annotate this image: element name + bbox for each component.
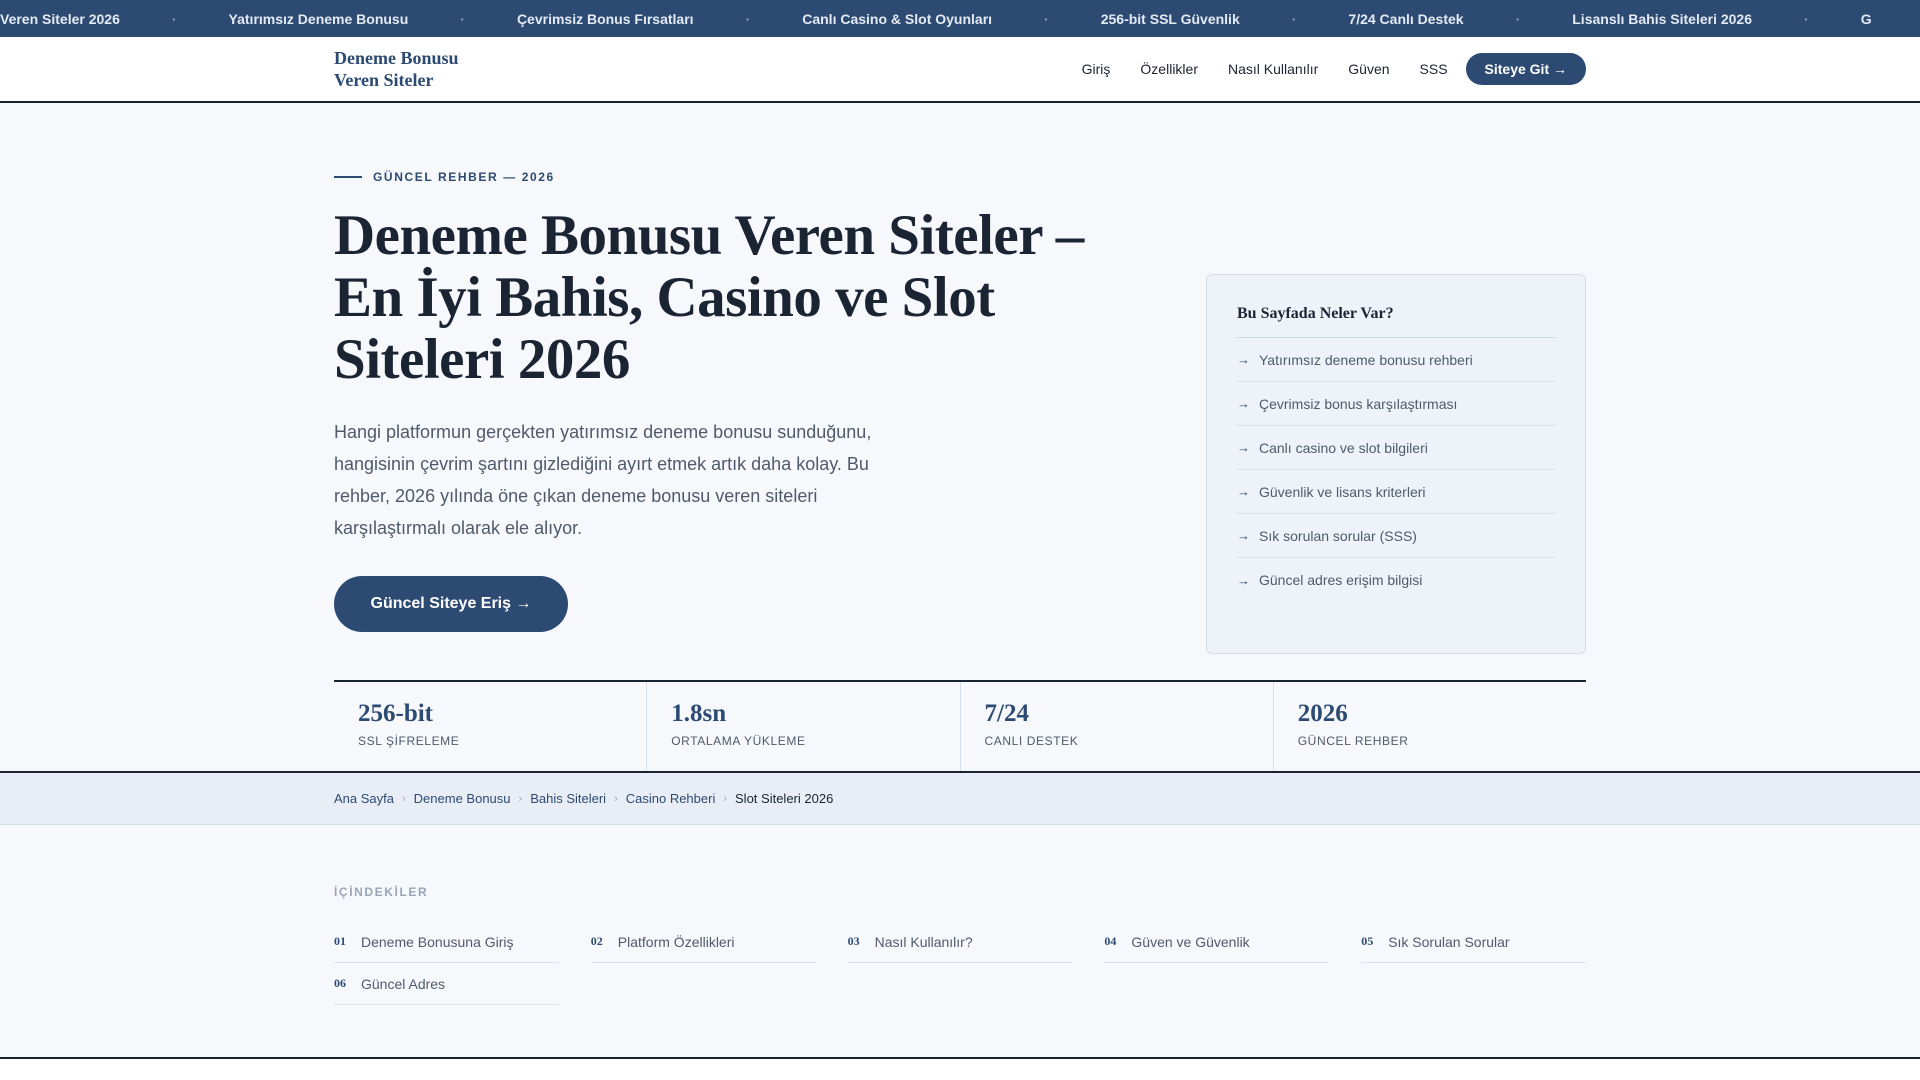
contents-label: Deneme Bonusuna Giriş: [361, 933, 514, 950]
breadcrumb-link-home[interactable]: Ana Sayfa: [334, 791, 394, 806]
access-site-button[interactable]: Güncel Siteye Eriş →: [334, 576, 568, 632]
breadcrumb-current: Slot Siteleri 2026: [735, 791, 834, 806]
contents-item[interactable]: 02 Platform Özellikleri: [590, 921, 816, 963]
ticker-separator: ·: [460, 10, 465, 27]
contents-number: 04: [1104, 934, 1117, 948]
ticker-item: G: [1860, 10, 1872, 27]
ticker-separator: ·: [1515, 10, 1521, 27]
nav-link-guven[interactable]: Güven: [1348, 61, 1389, 77]
summary-item[interactable]: → Canlı casino ve slot bilgileri: [1237, 426, 1555, 470]
arrow-right-icon: →: [1237, 352, 1250, 367]
nav-link-giris[interactable]: Giriş: [1082, 61, 1111, 77]
nav-links: Giriş Özellikler Nasıl Kullanılır Güven …: [1052, 53, 1586, 85]
stat-value: 256-bit: [358, 700, 433, 727]
contents-label: Güncel Adres: [361, 975, 446, 992]
announcement-ticker: Veren Siteler 2026 · Yatırımsız Deneme Bo…: [0, 0, 1920, 37]
chevron-right-icon: ›: [614, 792, 618, 805]
hero-section: GÜNCEL REHBER — 2026 Deneme Bonusu Veren…: [0, 103, 1920, 773]
nav-link-nasil-kullanilir[interactable]: Nasıl Kullanılır: [1228, 61, 1318, 77]
stat-load-time: 1.8sn ORTALAMA YÜKLEME: [647, 682, 961, 773]
hero-eyebrow: GÜNCEL REHBER — 2026: [334, 170, 555, 184]
ticker-item: 7/24 Canlı Destek ·: [1348, 10, 1521, 27]
contents-number: 06: [334, 976, 346, 990]
stat-label: GÜNCEL REHBER: [1297, 734, 1409, 748]
hero-description: Hangi platformun gerçekten yatırımsız de…: [334, 422, 872, 538]
stat-label: CANLI DESTEK: [984, 734, 1079, 748]
ticker-separator: ·: [745, 10, 751, 27]
contents-title: İÇİNDEKİLER: [334, 885, 429, 899]
stat-label: ORTALAMA YÜKLEME: [671, 734, 806, 748]
contents-number: 02: [590, 934, 603, 948]
page-summary-card: Bu Sayfada Neler Var? → Yatırımsız deneme…: [1206, 274, 1586, 654]
contents-item[interactable]: 04 Güven ve Güvenlik: [1104, 921, 1330, 963]
eyebrow-line: [334, 176, 362, 178]
ticker-item: Veren Siteler 2026 ·: [0, 10, 177, 27]
ticker-item: Yatırımsız Deneme Bonusu ·: [228, 10, 465, 27]
arrow-right-icon: →: [1237, 396, 1250, 411]
ticker-separator: ·: [171, 10, 177, 27]
summary-item[interactable]: → Sık sorulan sorular (SSS): [1237, 514, 1555, 558]
stat-value: 7/24: [984, 700, 1029, 727]
arrow-right-icon: →: [1237, 572, 1250, 588]
nav-cta-button[interactable]: Siteye Git →: [1465, 53, 1586, 85]
chevron-right-icon: ›: [723, 792, 728, 805]
breadcrumb-link-bahis-siteleri[interactable]: Bahis Siteleri: [530, 791, 606, 806]
footer-area: [0, 1059, 1920, 1080]
contents-grid: 01 Deneme Bonusuna Giriş 02 Platform Özell…: [334, 921, 1586, 1005]
ticker-separator: ·: [1044, 10, 1049, 27]
ticker-item: Çevrimsiz Bonus Fırsatları ·: [516, 10, 751, 27]
summary-item[interactable]: → Yatırımsız deneme bonusu rehberi: [1237, 338, 1555, 382]
breadcrumb-link-casino-rehberi[interactable]: Casino Rehberi: [626, 791, 716, 806]
summary-item[interactable]: → Çevrimsiz bonus karşılaştırması: [1237, 382, 1555, 426]
breadcrumb-link-deneme-bonusu[interactable]: Deneme Bonusu: [414, 791, 511, 806]
contents-item[interactable]: 06 Güncel Adres: [334, 963, 559, 1005]
chevron-right-icon: ›: [518, 792, 523, 805]
table-of-contents: İÇİNDEKİLER 01 Deneme Bonusuna Giriş 02 Pl…: [334, 885, 1586, 1005]
top-navigation: Deneme Bonusu Veren Siteler Giriş Özelli…: [0, 37, 1920, 103]
arrow-right-icon: →: [1237, 528, 1250, 543]
site-logo[interactable]: Deneme Bonusu Veren Siteler: [334, 47, 504, 91]
contents-label: Nasıl Kullanılır?: [874, 933, 973, 950]
contents-item[interactable]: 03 Nasıl Kullanılır?: [847, 921, 1073, 963]
ticker-separator: ·: [1291, 10, 1297, 27]
ticker-item: Canlı Casino & Slot Oyunları ·: [802, 10, 1049, 27]
logo-line-1: Deneme Bonusu: [334, 48, 459, 68]
breadcrumb: Ana Sayfa › Deneme Bonusu › Bahis Sitele…: [0, 771, 1920, 825]
contents-number: 05: [1361, 934, 1374, 948]
nav-link-ozellikler[interactable]: Özellikler: [1140, 61, 1198, 77]
stat-value: 1.8sn: [671, 700, 727, 727]
contents-label: Platform Özellikleri: [617, 933, 735, 950]
summary-item[interactable]: → Güncel adres erişim bilgisi: [1237, 558, 1555, 602]
arrow-right-icon: →: [1237, 484, 1250, 499]
stats-row: 256-bit SSL ŞİFRELEME 1.8sn ORTALAMA YÜK…: [334, 680, 1586, 773]
stat-value: 2026: [1297, 700, 1348, 727]
nav-link-sss[interactable]: SSS: [1420, 61, 1448, 77]
page-title: Deneme Bonusu Veren Siteler – En İyi Bah…: [334, 204, 1084, 391]
contents-label: Güven ve Güvenlik: [1131, 933, 1250, 950]
stat-support: 7/24 CANLI DESTEK: [961, 682, 1274, 773]
eyebrow-text: GÜNCEL REHBER — 2026: [373, 170, 555, 184]
logo-line-2: Veren Siteler: [334, 70, 434, 90]
stat-guide-year: 2026 GÜNCEL REHBER: [1274, 682, 1586, 773]
contents-number: 01: [334, 934, 346, 948]
contents-number: 03: [847, 934, 860, 948]
stat-label: SSL ŞİFRELEME: [358, 734, 460, 748]
ticker-item: Lisanslı Bahis Siteleri 2026 ·: [1572, 10, 1809, 27]
summary-card-title: Bu Sayfada Neler Var?: [1237, 305, 1555, 338]
arrow-right-icon: →: [1237, 440, 1250, 455]
contents-item[interactable]: 05 Sık Sorulan Sorular: [1361, 921, 1586, 963]
contents-label: Sık Sorulan Sorular: [1388, 933, 1510, 950]
ticker-separator: ·: [1804, 10, 1809, 27]
chevron-right-icon: ›: [402, 792, 406, 805]
contents-item[interactable]: 01 Deneme Bonusuna Giriş: [334, 921, 559, 963]
ticker-item: 256-bit SSL Güvenlik ·: [1100, 10, 1297, 27]
stat-ssl: 256-bit SSL ŞİFRELEME: [334, 682, 648, 773]
summary-item[interactable]: → Güvenlik ve lisans kriterleri: [1237, 470, 1555, 514]
